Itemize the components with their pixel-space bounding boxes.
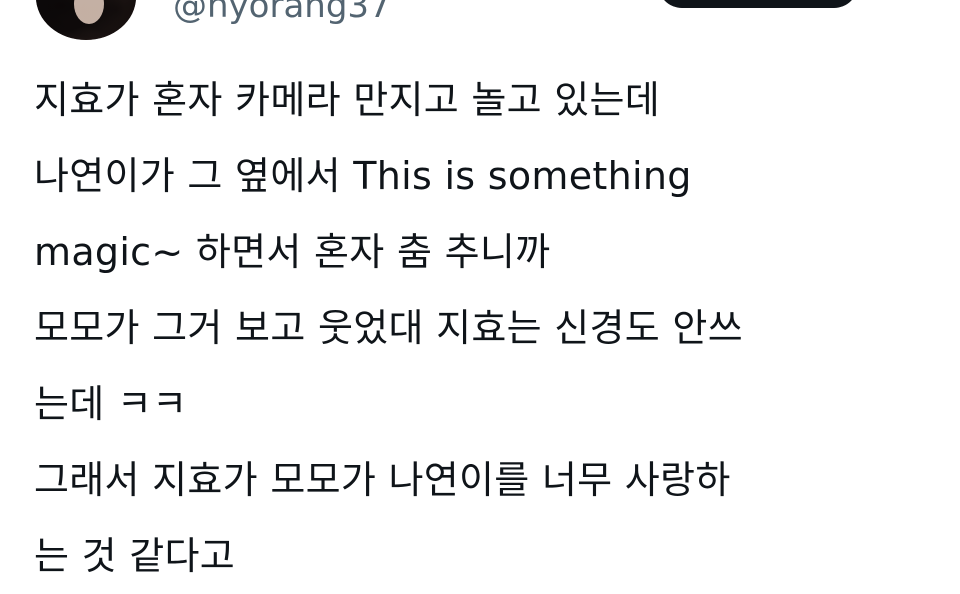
tweet-line: 나연이가 그 옆에서 This is something — [34, 154, 692, 198]
tweet-line: 모모가 그거 보고 웃었대 지효는 신경도 안쓰 — [34, 306, 743, 350]
avatar[interactable] — [36, 0, 136, 40]
tweet-line: 는데 ㅋㅋ — [34, 382, 188, 426]
tweet-line: 는 것 같다고 — [34, 534, 236, 578]
follow-button[interactable] — [658, 0, 858, 8]
tweet-line: magic~ 하면서 혼자 춤 추니까 — [34, 230, 551, 274]
tweet-header: @hyorang37 — [0, 0, 960, 50]
tweet-line: 그래서 지효가 모모가 나연이를 너무 사랑하 — [34, 458, 731, 502]
user-handle[interactable]: @hyorang37 — [173, 0, 391, 26]
tweet-line: 지효가 혼자 카메라 만지고 놀고 있는데 — [34, 78, 661, 122]
tweet-text: 지효가 혼자 카메라 만지고 놀고 있는데 나연이가 그 옆에서 This is… — [34, 62, 934, 594]
